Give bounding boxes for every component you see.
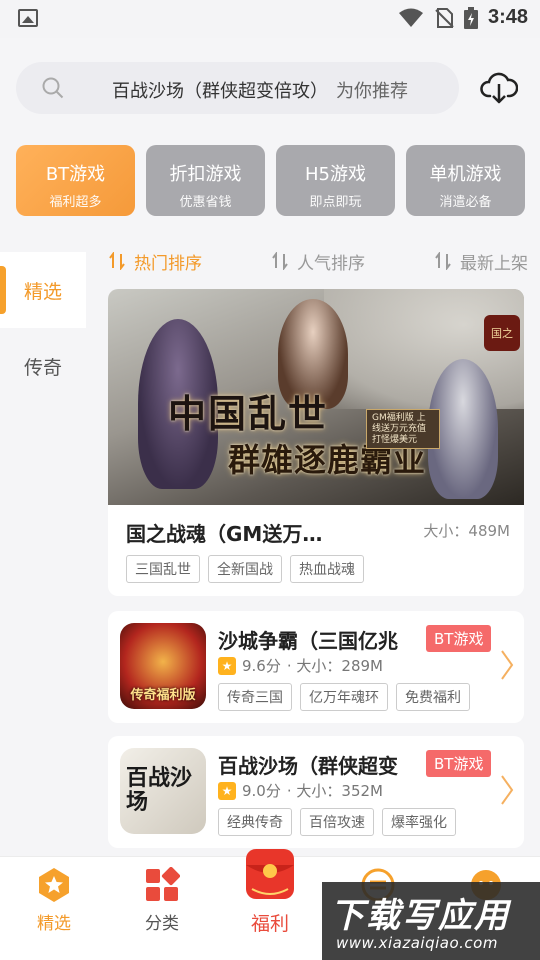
bt-badge: BT游戏: [426, 750, 492, 777]
tag: 亿万年魂环: [300, 683, 388, 711]
chevron-right-icon: [501, 650, 514, 680]
category-title: H5游戏: [305, 164, 366, 185]
tag: 百倍攻速: [300, 808, 374, 836]
star-badge-icon: [39, 868, 69, 902]
tag: 三国乱世: [126, 555, 200, 583]
sort-icon: [435, 252, 451, 270]
search-query: 百战沙场（群侠超变倍攻）: [112, 81, 328, 102]
wifi-icon: [398, 8, 423, 27]
featured-size: 大小：489M: [423, 522, 510, 540]
game-card[interactable]: 传奇福利版 沙城争霸（三国亿兆 BT游戏 ★ 9.6分 · 大小：289M 传奇…: [108, 611, 524, 723]
game-icon: 百战沙场: [120, 748, 206, 834]
sidebar-item-featured[interactable]: 精选: [0, 252, 86, 328]
sort-label: 最新上架: [460, 253, 528, 274]
nav-label: 精选: [37, 914, 71, 934]
sidebar-item-legend[interactable]: 传奇: [0, 328, 86, 404]
game-icon-label: 传奇福利版: [130, 688, 196, 703]
sidebar: 精选 传奇: [0, 252, 86, 404]
game-size: · 大小：289M: [286, 657, 383, 675]
red-envelope-icon: [246, 849, 294, 899]
gallery-icon: [18, 9, 38, 27]
game-tags: 经典传奇 百倍攻速 爆率强化: [218, 808, 456, 836]
game-icon-label: 百战沙场: [126, 765, 193, 816]
game-tags: 传奇三国 亿万年魂环 免费福利: [218, 683, 470, 711]
category-single-games[interactable]: 单机游戏 消遣必备: [406, 145, 525, 216]
nav-label: 分类: [145, 914, 179, 934]
tag: 全新国战: [208, 555, 282, 583]
nav-label: 福利: [250, 913, 289, 935]
sort-icon: [109, 252, 125, 270]
featured-banner: 中国乱世 群雄逐鹿霸业 GM福利版 上线送万元充值 打怪爆美元 国之: [108, 289, 524, 505]
tag: 热血战魂: [290, 555, 364, 583]
category-title: 折扣游戏: [169, 164, 242, 185]
category-tiles: BT游戏 福利超多 折扣游戏 优惠省钱 H5游戏 即点即玩 单机游戏 消遣必备: [16, 145, 525, 216]
banner-seal: GM福利版 上线送万元充值 打怪爆美元: [366, 409, 440, 450]
game-rating: 9.6分: [242, 657, 281, 675]
star-icon: ★: [218, 656, 236, 675]
sort-options: 热门排序 人气排序 最新上架: [108, 248, 528, 274]
category-bt-games[interactable]: BT游戏 福利超多: [16, 145, 135, 216]
watermark-url: www.xiazaiqiao.com: [336, 934, 498, 952]
search-hint: 为你推荐: [336, 81, 408, 102]
clock: 3:48: [487, 6, 528, 28]
category-title: 单机游戏: [429, 164, 502, 185]
no-sim-icon: [435, 7, 454, 28]
status-bar: 3:48: [0, 0, 540, 38]
sort-label: 人气排序: [297, 253, 365, 274]
sort-hot[interactable]: 热门排序: [108, 248, 202, 274]
game-meta: ★ 9.6分 · 大小：289M: [218, 655, 383, 676]
banner-game-logo: 国之: [484, 315, 520, 351]
game-name: 百战沙场（群侠超变: [218, 754, 398, 778]
tag: 传奇三国: [218, 683, 292, 711]
tag: 经典传奇: [218, 808, 292, 836]
search-icon: [42, 77, 64, 99]
category-title: BT游戏: [45, 164, 106, 185]
game-rating: 9.0分: [242, 782, 281, 800]
star-icon: ★: [218, 781, 236, 800]
game-size: · 大小：352M: [286, 782, 383, 800]
category-subtitle: 即点即玩: [309, 195, 362, 210]
search-bar[interactable]: 百战沙场（群侠超变倍攻） 为你推荐: [16, 62, 459, 114]
featured-title: 国之战魂（GM送万…: [126, 522, 323, 546]
watermark-title: 下载写应用: [330, 896, 510, 936]
game-name: 沙城争霸（三国亿兆: [218, 629, 398, 653]
sort-label: 热门排序: [134, 253, 202, 274]
category-discount-games[interactable]: 折扣游戏 优惠省钱: [146, 145, 265, 216]
game-card[interactable]: 百战沙场 百战沙场（群侠超变 BT游戏 ★ 9.0分 · 大小：352M 经典传…: [108, 736, 524, 848]
game-icon: 传奇福利版: [120, 623, 206, 709]
bt-badge: BT游戏: [426, 625, 492, 652]
watermark: 下载写应用 www.xiazaiqiao.com: [322, 882, 540, 960]
featured-tags: 三国乱世 全新国战 热血战魂: [126, 555, 364, 583]
cloud-download-icon[interactable]: [480, 70, 518, 106]
search-text: 百战沙场（群侠超变倍攻） 为你推荐: [112, 77, 408, 103]
category-grid-icon: [146, 867, 180, 901]
featured-game-card[interactable]: 中国乱世 群雄逐鹿霸业 GM福利版 上线送万元充值 打怪爆美元 国之 国之战魂（…: [108, 289, 524, 596]
banner-headline: 中国乱世: [168, 391, 329, 436]
category-subtitle: 福利超多: [49, 195, 102, 210]
category-subtitle: 优惠省钱: [179, 195, 232, 210]
sort-icon: [272, 252, 288, 270]
tag: 免费福利: [396, 683, 470, 711]
tag: 爆率强化: [382, 808, 456, 836]
category-subtitle: 消遣必备: [439, 195, 492, 210]
sort-newest[interactable]: 最新上架: [434, 248, 528, 274]
game-meta: ★ 9.0分 · 大小：352M: [218, 780, 383, 801]
sort-popular[interactable]: 人气排序: [271, 248, 365, 274]
category-h5-games[interactable]: H5游戏 即点即玩: [276, 145, 395, 216]
chevron-right-icon: [501, 775, 514, 805]
battery-icon: [463, 6, 478, 29]
